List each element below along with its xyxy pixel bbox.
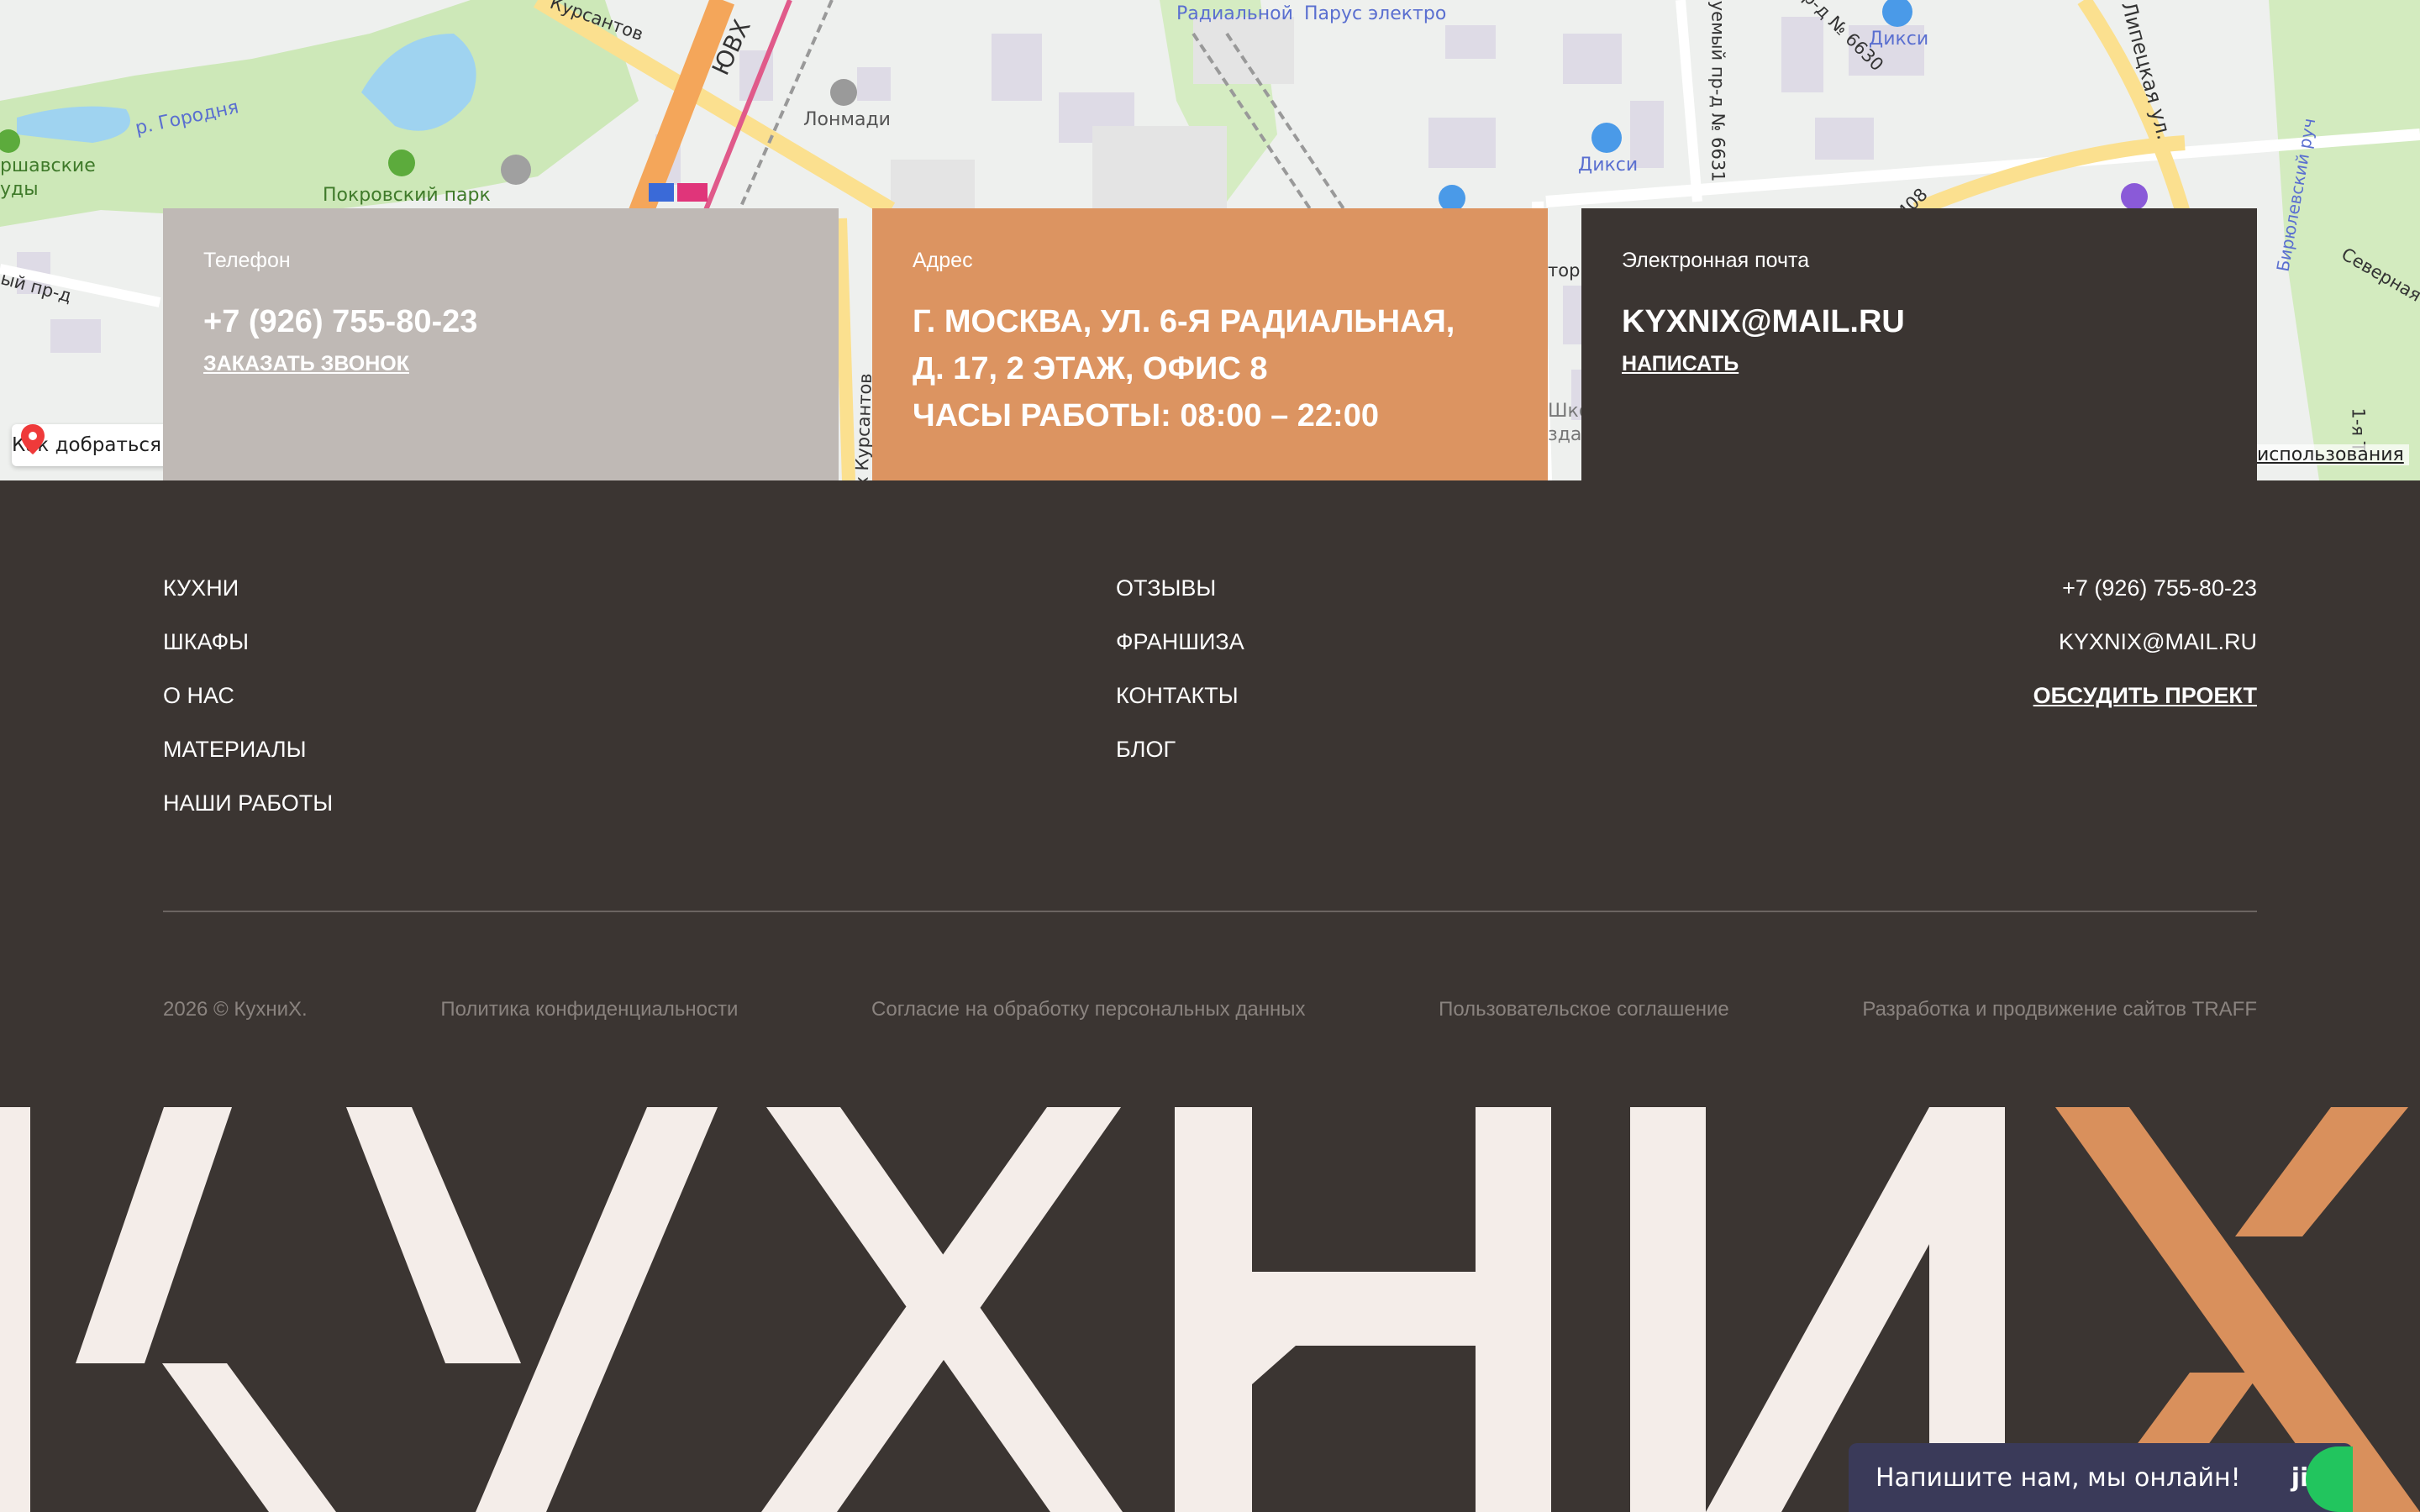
address-line-2: Д. 17, 2 ЭТАЖ, ОФИС 8	[913, 351, 1268, 386]
legal-bar: 2026 © КухниХ. Политика конфиденциальнос…	[163, 998, 2257, 1021]
chat-online-indicator	[2306, 1446, 2353, 1512]
email-card-label: Электронная почта	[1622, 249, 1810, 272]
order-call-link[interactable]: ЗАКАЗАТЬ ЗВОНОК	[203, 352, 798, 376]
phone-card-number[interactable]: +7 (926) 755-80-23	[203, 298, 798, 345]
footer-email-link[interactable]: KYXNIX@MAIL.RU	[1723, 625, 2257, 679]
address-card-text: Г. МОСКВА, УЛ. 6-Я РАДИАЛЬНАЯ, Д. 17, 2 …	[913, 298, 1507, 439]
map-label-proezd-1: руемый пр-д № 6631	[1707, 0, 1728, 182]
footer-phone-link[interactable]: +7 (926) 755-80-23	[1723, 571, 2257, 625]
footer-contacts: +7 (926) 755-80-23 KYXNIX@MAIL.RU ОБСУДИ…	[1723, 571, 2257, 732]
privacy-policy-link[interactable]: Политика конфиденциальности	[440, 998, 738, 1021]
phone-card: Телефон +7 (926) 755-80-23 ЗАКАЗАТЬ ЗВОН…	[163, 208, 839, 480]
developer-credit-link[interactable]: Разработка и продвижение сайтов TRAFF	[1862, 998, 2257, 1021]
footer-link-blog[interactable]: БЛОГ	[1116, 732, 1244, 786]
address-line-1: Г. МОСКВА, УЛ. 6-Я РАДИАЛЬНАЯ,	[913, 304, 1455, 339]
footer-link-contacts[interactable]: КОНТАКТЫ	[1116, 679, 1244, 732]
footer-link-about[interactable]: О НАС	[163, 679, 333, 732]
footer-link-portfolio[interactable]: НАШИ РАБОТЫ	[163, 786, 333, 840]
footer-nav-primary: КУХНИ ШКАФЫ О НАС МАТЕРИАЛЫ НАШИ РАБОТЫ	[163, 571, 333, 840]
map-label-tor: тор	[1548, 260, 1581, 281]
footer-divider	[163, 911, 2257, 912]
user-agreement-link[interactable]: Пользовательское соглашение	[1439, 998, 1729, 1021]
map-label-parus: Парус электро	[1304, 3, 1447, 24]
map-label-park: Покровский парк	[323, 185, 491, 206]
how-to-get-button[interactable]: Как добраться	[12, 424, 180, 466]
footer-nav-secondary: ОТЗЫВЫ ФРАНШИЗА КОНТАКТЫ БЛОГ	[1116, 571, 1244, 786]
address-card-label: Адрес	[913, 249, 973, 272]
map-label-dixi-2: Дикси	[1578, 155, 1639, 176]
address-card: Адрес Г. МОСКВА, УЛ. 6-Я РАДИАЛЬНАЯ, Д. …	[872, 208, 1548, 480]
write-email-link[interactable]: НАПИСАТЬ	[1622, 352, 2217, 376]
email-card-address[interactable]: KYXNIX@MAIL.RU	[1622, 298, 2217, 345]
chat-widget[interactable]: Напишите нам, мы онлайн! jivo	[1849, 1443, 2353, 1512]
footer-link-materials[interactable]: МАТЕРИАЛЫ	[163, 732, 333, 786]
map-pin-icon	[21, 424, 45, 454]
footer-link-franchise[interactable]: ФРАНШИЗА	[1116, 625, 1244, 679]
email-card: Электронная почта KYXNIX@MAIL.RU НАПИСАТ…	[1581, 208, 2257, 480]
phone-card-label: Телефон	[203, 249, 291, 272]
data-consent-link[interactable]: Согласие на обработку персональных данны…	[871, 998, 1305, 1021]
copyright: 2026 © КухниХ.	[163, 998, 308, 1021]
map-label-pond: ршавские уды	[0, 155, 96, 200]
chat-widget-text: Напишите нам, мы онлайн!	[1876, 1462, 2241, 1493]
map-terms-link[interactable]: использования	[2252, 444, 2409, 465]
working-hours: ЧАСЫ РАБОТЫ: 08:00 – 22:00	[913, 398, 1379, 433]
footer-link-reviews[interactable]: ОТЗЫВЫ	[1116, 571, 1244, 625]
footer-link-wardrobes[interactable]: ШКАФЫ	[163, 625, 333, 679]
map-label-lonmadi: Лонмади	[803, 109, 891, 130]
map-label-dixi-1: Дикси	[1869, 29, 1929, 50]
discuss-project-button[interactable]: ОБСУДИТЬ ПРОЕКТ	[1723, 679, 2257, 732]
footer-link-kitchens[interactable]: КУХНИ	[163, 571, 333, 625]
map-label-radialnoy: Радиальной	[1176, 3, 1293, 24]
